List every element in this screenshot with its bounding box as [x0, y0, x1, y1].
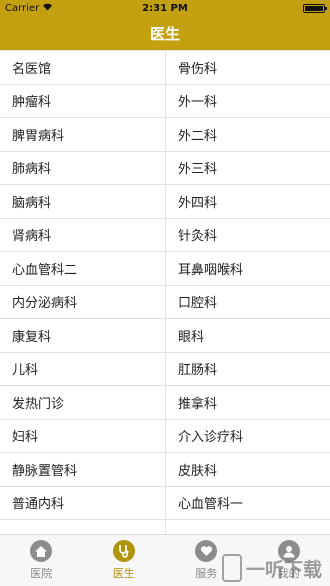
- department-item[interactable]: 肾病科: [0, 218, 165, 252]
- department-item[interactable]: 皮肤科: [165, 453, 330, 487]
- department-item[interactable]: 妇科: [0, 419, 165, 453]
- department-item[interactable]: 肺病科: [0, 151, 165, 185]
- department-item[interactable]: 内分泌病科: [0, 285, 165, 319]
- department-item-partial[interactable]: [165, 520, 330, 534]
- tab-doctor[interactable]: 医生: [83, 535, 166, 586]
- watermark-text: 一听下载: [245, 558, 322, 581]
- department-item[interactable]: 肛肠科: [165, 352, 330, 386]
- status-right: [303, 3, 327, 13]
- department-item[interactable]: 针灸科: [165, 218, 330, 252]
- department-grid: 名医馆 骨伤科 肿瘤科 外一科 脾胃病科 外二科 肺病科 外三科 脑病科 外四科…: [0, 50, 330, 534]
- department-item[interactable]: 脾胃病科: [0, 118, 165, 152]
- heart-icon: [195, 540, 218, 562]
- tab-label: 医院: [30, 567, 53, 580]
- department-item[interactable]: 儿科: [0, 352, 165, 386]
- department-item[interactable]: 心血管科一: [165, 486, 330, 520]
- status-bar: Carrier 2:31 PM: [0, 0, 330, 16]
- department-item[interactable]: 耳鼻咽喉科: [165, 252, 330, 286]
- department-item[interactable]: 外一科: [165, 84, 330, 118]
- department-item[interactable]: 肿瘤科: [0, 84, 165, 118]
- department-item[interactable]: 眼科: [165, 319, 330, 353]
- home-icon: [30, 540, 53, 562]
- department-item[interactable]: 心血管科二: [0, 252, 165, 286]
- department-item[interactable]: 骨伤科: [165, 51, 330, 85]
- page-title: 医生: [149, 24, 180, 43]
- tab-label: 服务: [195, 567, 218, 580]
- department-item[interactable]: 口腔科: [165, 285, 330, 319]
- department-item[interactable]: 名医馆: [0, 51, 165, 85]
- watermark-logo-icon: [221, 554, 242, 582]
- department-item[interactable]: 康复科: [0, 319, 165, 353]
- department-item[interactable]: 普通内科: [0, 486, 165, 520]
- department-item[interactable]: 外三科: [165, 151, 330, 185]
- department-item-partial[interactable]: [0, 520, 165, 534]
- department-item[interactable]: 脑病科: [0, 185, 165, 219]
- department-item[interactable]: 外四科: [165, 185, 330, 219]
- stethoscope-icon: [112, 540, 135, 562]
- tab-hospital[interactable]: 医院: [0, 535, 83, 586]
- battery-icon: [303, 3, 327, 13]
- watermark: 一听下载: [221, 554, 322, 582]
- tab-label: 医生: [112, 567, 135, 580]
- department-item[interactable]: 静脉置管科: [0, 453, 165, 487]
- department-item[interactable]: 外二科: [165, 118, 330, 152]
- department-item[interactable]: 介入诊疗科: [165, 419, 330, 453]
- department-item[interactable]: 推拿科: [165, 386, 330, 420]
- department-item[interactable]: 发热门诊: [0, 386, 165, 420]
- status-time: 2:31 PM: [142, 2, 188, 14]
- nav-bar: 医生: [0, 16, 330, 50]
